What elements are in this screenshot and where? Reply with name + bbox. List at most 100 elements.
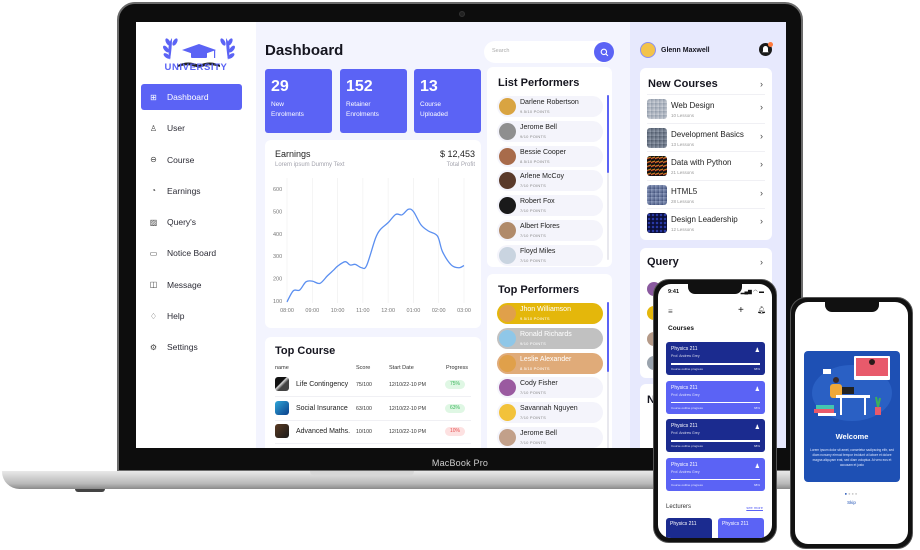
performer-item[interactable]: Jerome Bell 7/10 POINTS bbox=[497, 427, 603, 448]
sidebar-item-label: Earnings bbox=[167, 185, 201, 196]
chevron-right-icon[interactable]: › bbox=[760, 79, 763, 89]
avatar bbox=[499, 98, 516, 115]
course-thumbnail bbox=[647, 99, 667, 119]
course-list-item[interactable]: Design Leadership 12 Lessons › bbox=[647, 208, 765, 236]
course-card[interactable]: Physics 211 Prof. Andrew Grey ♟ Course outl… bbox=[666, 342, 765, 375]
progress-value: 68% bbox=[753, 482, 760, 487]
top-course-card: Top Course name Score Start Date Progres… bbox=[265, 337, 481, 448]
performer-points: 7/10 POINTS bbox=[520, 208, 546, 214]
welcome-illustration-icon bbox=[812, 356, 892, 421]
notice-icon: ▭ bbox=[149, 248, 158, 258]
course-card[interactable]: Physics 211 Prof. Andrew Grey ♟ Course outl… bbox=[666, 380, 765, 414]
status-icons: ▂▄▆ ◠ ▬ bbox=[740, 289, 764, 295]
sidebar-item-message[interactable]: ◫ Message bbox=[141, 272, 242, 298]
see-more-link[interactable]: see more bbox=[746, 505, 763, 510]
sidebar-item-earnings[interactable]: ◔ Earnings bbox=[141, 178, 242, 204]
pagination-dots[interactable]: ●●●● bbox=[795, 491, 908, 496]
performer-item[interactable]: Bessie Cooper 8.5/10 POINTS bbox=[497, 145, 603, 167]
menu-icon[interactable]: ≡ bbox=[668, 307, 673, 316]
notification-button[interactable] bbox=[759, 42, 773, 56]
performer-item[interactable]: Jerome Bell 9/10 POINTS bbox=[497, 120, 603, 142]
device-label: MacBook Pro bbox=[431, 458, 489, 468]
sidebar-nav: ⊞ Dashboard ♙ User ⊖ Course ◔ Earnings ▨ Quer… bbox=[141, 84, 242, 366]
y-tick-label: 600 bbox=[273, 187, 282, 193]
performer-name: Albert Flores bbox=[520, 223, 560, 230]
sidebar-item-user[interactable]: ♙ User bbox=[141, 115, 242, 141]
performer-item[interactable]: Leslie Alexander 8.5/10 POINTS bbox=[497, 352, 603, 374]
skip-button[interactable]: Skip bbox=[795, 500, 908, 505]
avatar bbox=[499, 354, 516, 372]
phone-courses: 9:41 ▂▄▆ ◠ ▬ ≡ + 🔔︎ Courses Physics 211 P… bbox=[653, 279, 777, 543]
course-name: Life Contingency bbox=[296, 381, 349, 388]
sidebar-item-settings[interactable]: ⚙ Settings bbox=[141, 334, 242, 360]
sidebar-item-notice-board[interactable]: ▭ Notice Board bbox=[141, 240, 242, 266]
bell-icon[interactable]: 🔔︎ bbox=[757, 306, 766, 314]
phone-screen: 9:41 ▂▄▆ ◠ ▬ ≡ + 🔔︎ Courses Physics 211 P… bbox=[658, 284, 772, 538]
sidebar-item-course[interactable]: ⊖ Course bbox=[141, 147, 242, 173]
avatar bbox=[499, 246, 516, 264]
user-avatar[interactable] bbox=[640, 42, 656, 58]
y-tick-label: 100 bbox=[273, 299, 282, 305]
course-card[interactable]: Physics 211 Prof. Andrew Grey ♟ Course outl… bbox=[666, 457, 765, 491]
course-name: Data with Python bbox=[671, 158, 732, 167]
scrollbar[interactable] bbox=[607, 95, 609, 260]
stat-value: 29 bbox=[271, 78, 289, 95]
settings-icon: ⚙ bbox=[149, 342, 158, 352]
performer-item[interactable]: Cody Fisher 7/10 POINTS bbox=[497, 377, 603, 399]
sidebar-item-label: Settings bbox=[167, 342, 198, 353]
progress-label: Course outline progress bbox=[671, 444, 703, 448]
progress-badge: 10% bbox=[445, 427, 465, 436]
sidebar: UNIVERSITY ⊞ Dashboard ♙ User ⊖ Course ◔ Ear… bbox=[136, 22, 256, 448]
scrollbar[interactable] bbox=[607, 302, 609, 448]
add-icon[interactable]: + bbox=[738, 305, 744, 316]
performer-item[interactable]: Darlene Robertson 9.5/10 POINTS bbox=[497, 96, 603, 117]
search-input[interactable]: Search bbox=[492, 48, 509, 54]
lecturer-card[interactable]: Physics 211 bbox=[666, 518, 712, 538]
course-card[interactable]: Physics 211 Prof. Andrew Grey ♟ Course outl… bbox=[666, 419, 765, 452]
lecturer-card[interactable]: Physics 211 bbox=[718, 518, 764, 538]
performer-item[interactable]: Albert Flores 7/10 POINTS bbox=[497, 220, 603, 241]
performer-item[interactable]: Floyd Miles 7/10 POINTS bbox=[497, 244, 603, 266]
performer-points: 9/10 POINTS bbox=[520, 133, 546, 139]
sidebar-item-label: Course bbox=[167, 154, 195, 165]
course-list-item[interactable]: Web Design 10 Lessons › bbox=[647, 94, 765, 122]
search-icon bbox=[600, 48, 608, 56]
performer-item[interactable]: Arlene McCoy 7/10 POINTS bbox=[497, 170, 603, 192]
scrollbar-thumb[interactable] bbox=[607, 95, 609, 173]
course-title: Physics 211 bbox=[671, 346, 698, 352]
chevron-right-icon[interactable]: › bbox=[760, 257, 763, 267]
top-performers-title: Top Performers bbox=[498, 284, 580, 296]
performer-points: 7/10 POINTS bbox=[520, 183, 546, 189]
new-courses-card: New Courses › Web Design 10 Lessons › Devel… bbox=[640, 68, 772, 240]
x-tick-label: 08:00 bbox=[280, 308, 294, 314]
search-bar[interactable]: Search bbox=[484, 41, 614, 63]
performer-name: Bessie Cooper bbox=[520, 148, 566, 156]
course-list-item[interactable]: Development Basics 13 Lessons › bbox=[647, 122, 765, 151]
sidebar-item-label: Notice Board bbox=[167, 248, 217, 259]
column-header-name: name bbox=[275, 365, 289, 371]
phone-welcome: Welcome Lorem ipsum dolor sit amet, cons… bbox=[790, 297, 913, 549]
earnings-amount-label: Total Profit bbox=[446, 162, 475, 168]
sidebar-item-help[interactable]: ♢ Help bbox=[141, 303, 242, 329]
performer-item[interactable]: Jhon Williamson 9.5/10 POINTS bbox=[497, 303, 603, 324]
performer-item[interactable]: Ronald Richards 9/10 POINTS bbox=[497, 327, 603, 349]
progress-label: Course outline progress bbox=[671, 405, 703, 410]
lecturer-icon: ♟ bbox=[754, 348, 760, 354]
table-row[interactable]: Advanced Maths. 10/100 12/10/22-10 PM 10… bbox=[275, 422, 471, 444]
search-button[interactable] bbox=[594, 42, 614, 62]
sidebar-item-dashboard[interactable]: ⊞ Dashboard bbox=[141, 84, 242, 110]
scrollbar-thumb[interactable] bbox=[607, 302, 609, 372]
lecturers-heading: Lecturers bbox=[666, 504, 692, 510]
table-row[interactable]: Social Insurance 63/100 12/10/22-10 PM 6… bbox=[275, 399, 471, 421]
course-list-item[interactable]: HTML5 28 Lessons › bbox=[647, 179, 765, 208]
course-list-item[interactable]: Data with Python 21 Lessons › bbox=[647, 151, 765, 179]
stat-label: New bbox=[271, 101, 285, 108]
sidebar-item-label: Help bbox=[167, 311, 185, 322]
sidebar-item-querys[interactable]: ▨ Query's bbox=[141, 209, 242, 235]
performer-item[interactable]: Savannah Nguyen 7/10 POINTS bbox=[497, 402, 603, 424]
performer-item[interactable]: Robert Fox 7/10 POINTS bbox=[497, 195, 603, 217]
user-name: Glenn Maxwell bbox=[661, 47, 710, 54]
course-name: HTML5 bbox=[671, 186, 698, 196]
table-row[interactable]: Life Contingency 75/100 12/10/22-10 PM 7… bbox=[275, 375, 471, 397]
avatar bbox=[499, 404, 516, 422]
